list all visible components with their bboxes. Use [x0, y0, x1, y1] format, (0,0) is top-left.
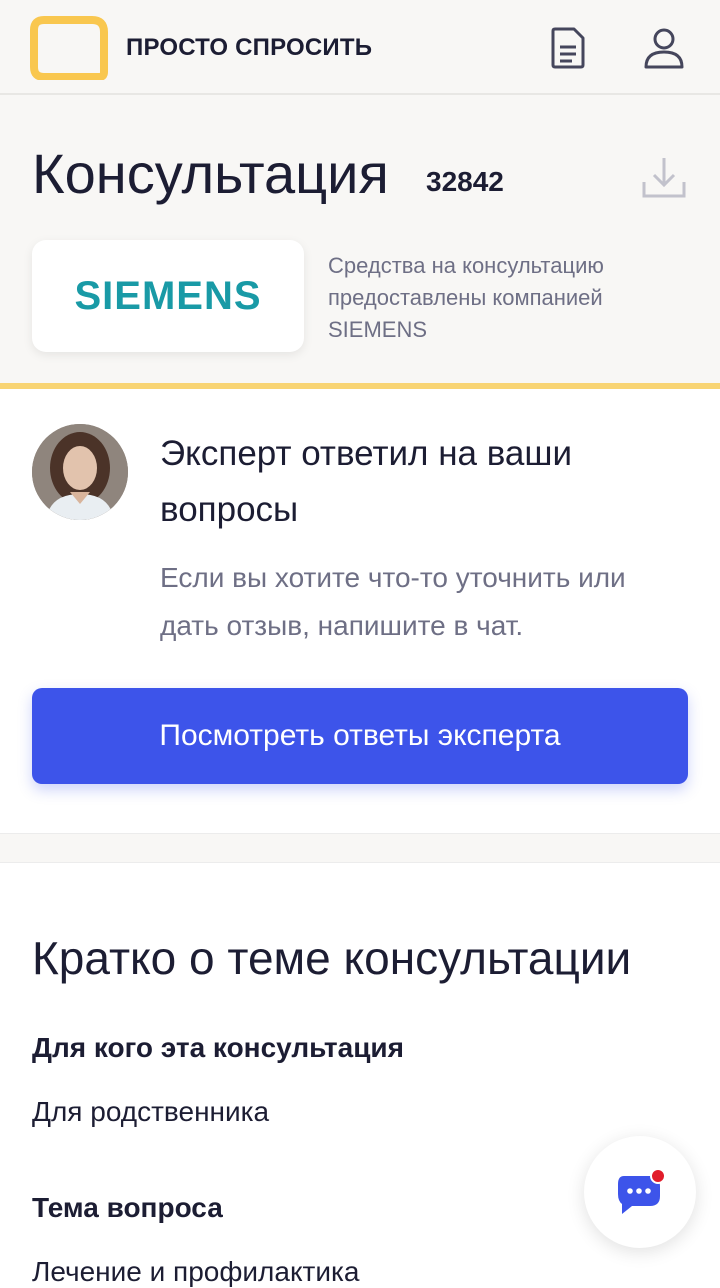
user-icon[interactable]	[642, 26, 686, 70]
consultation-number: 32842	[426, 166, 504, 197]
sponsor-text: Средства на консультацию предоставлены к…	[328, 253, 604, 342]
sponsor-logo: SIEMENS	[74, 273, 262, 318]
separator	[0, 833, 720, 863]
sponsor-logo-card: SIEMENS	[32, 240, 304, 352]
document-icon[interactable]	[546, 26, 590, 70]
top-bar: ПРОСТО СПРОСИТЬ	[0, 0, 720, 95]
chat-button[interactable]	[584, 1136, 696, 1248]
summary-value: Лечение и профилактика	[32, 1256, 360, 1287]
expert-subtitle: Если вы хотите что-то уточнить или дать …	[160, 562, 626, 641]
summary-label: Тема вопроса	[32, 1192, 223, 1223]
chat-bubble-logo-icon[interactable]	[30, 16, 110, 81]
page-title: Консультация	[32, 142, 389, 205]
download-icon[interactable]	[640, 154, 688, 202]
brand-name[interactable]: ПРОСТО СПРОСИТЬ	[126, 34, 372, 62]
chat-icon	[618, 1168, 666, 1214]
expert-title: Эксперт ответил на ваши вопросы	[160, 434, 573, 529]
summary-label: Для кого эта консультация	[32, 1032, 404, 1063]
view-expert-answers-button[interactable]: Посмотреть ответы эксперта	[32, 688, 688, 784]
summary-title: Кратко о теме консультации	[32, 932, 632, 984]
expert-avatar	[32, 424, 128, 520]
summary-value: Для родственника	[32, 1096, 270, 1127]
